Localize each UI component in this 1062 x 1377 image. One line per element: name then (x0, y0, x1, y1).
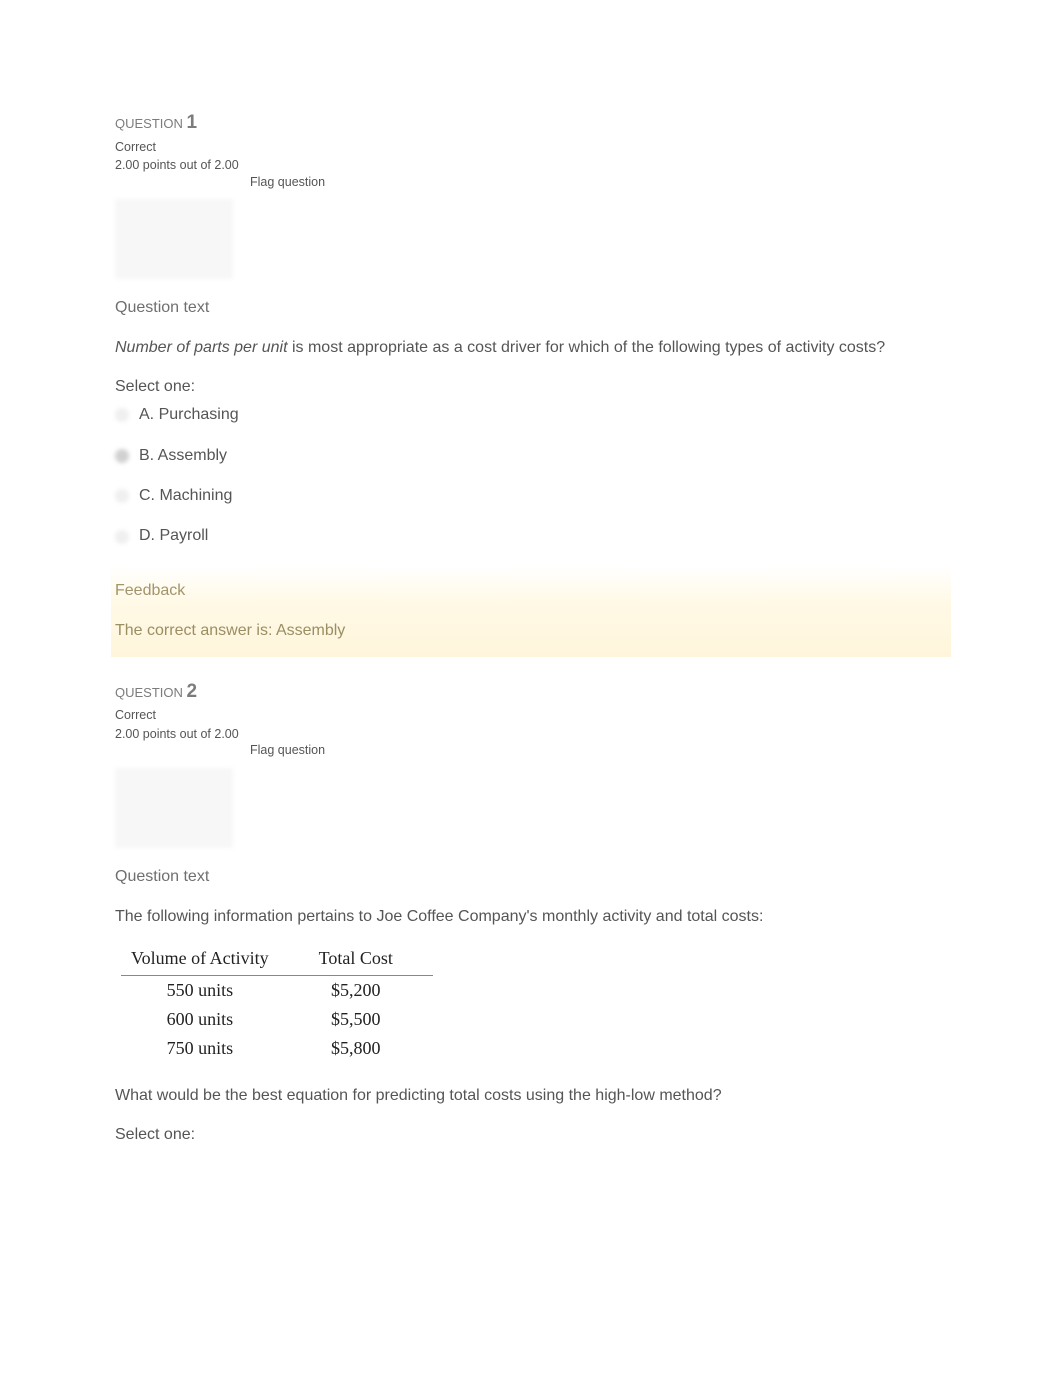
cell-cost: $5,500 (309, 1005, 433, 1034)
option-c-label: C. Machining (139, 485, 232, 507)
feedback-heading: Feedback (115, 580, 951, 602)
question-text-heading: Question text (115, 297, 947, 319)
question-2-block: QUESTION 2 Correct 2.00 points out of 2.… (115, 679, 947, 1146)
cell-volume: 750 units (121, 1034, 309, 1063)
question-2-number: 2 (187, 681, 198, 702)
radio-icon[interactable] (115, 408, 129, 422)
option-a-label: A. Purchasing (139, 404, 239, 426)
question-1-label: QUESTION 1 (115, 110, 947, 137)
option-b-label: B. Assembly (139, 445, 227, 467)
option-d-label: D. Payroll (139, 525, 208, 547)
option-d-row[interactable]: D. Payroll (141, 525, 947, 547)
question-2-prompt2: What would be the best equation for pred… (115, 1085, 947, 1107)
radio-icon[interactable] (115, 530, 129, 544)
question-2-prompt: The following information pertains to Jo… (115, 906, 947, 928)
table-row: 750 units $5,800 (121, 1034, 433, 1063)
blurred-region (115, 768, 233, 848)
question-1-prompt: Number of parts per unit is most appropr… (115, 337, 947, 359)
question-2-points: 2.00 points out of 2.00 (115, 726, 947, 744)
question-1-flag-link[interactable]: Flag question (250, 174, 947, 192)
option-b-row[interactable]: B. Assembly (141, 445, 947, 467)
question-2-status: Correct (115, 707, 947, 725)
col-header-cost: Total Cost (309, 944, 433, 975)
question-2-label: QUESTION 2 (115, 679, 947, 706)
option-a-row[interactable]: A. Purchasing (141, 404, 947, 426)
col-header-volume: Volume of Activity (121, 944, 309, 975)
question-label-prefix: QUESTION (115, 116, 187, 131)
question-1-points: 2.00 points out of 2.00 (115, 157, 947, 175)
cell-volume: 550 units (121, 975, 309, 1005)
radio-icon[interactable] (115, 449, 129, 463)
option-c-row[interactable]: C. Machining (141, 485, 947, 507)
question-text-heading: Question text (115, 866, 947, 888)
question-1-block: QUESTION 1 Correct 2.00 points out of 2.… (115, 110, 947, 657)
feedback-answer: The correct answer is: Assembly (115, 620, 951, 642)
cell-cost: $5,800 (309, 1034, 433, 1063)
cost-activity-table: Volume of Activity Total Cost 550 units … (121, 944, 433, 1063)
cell-volume: 600 units (121, 1005, 309, 1034)
select-one-label: Select one: (115, 1124, 947, 1146)
prompt-rest: is most appropriate as a cost driver for… (288, 339, 886, 356)
feedback-block: Feedback The correct answer is: Assembly (111, 566, 951, 657)
cell-cost: $5,200 (309, 975, 433, 1005)
blurred-region (115, 199, 233, 279)
question-1-options: A. Purchasing B. Assembly C. Machining D… (141, 404, 947, 548)
question-2-flag-link[interactable]: Flag question (250, 742, 947, 760)
question-1-status: Correct (115, 139, 947, 157)
table-header-row: Volume of Activity Total Cost (121, 944, 433, 975)
question-1-number: 1 (187, 112, 198, 133)
radio-icon[interactable] (115, 489, 129, 503)
prompt-italic-part: Number of parts per unit (115, 339, 288, 356)
question-label-prefix: QUESTION (115, 685, 187, 700)
select-one-label: Select one: (115, 376, 947, 398)
table-row: 600 units $5,500 (121, 1005, 433, 1034)
table-row: 550 units $5,200 (121, 975, 433, 1005)
